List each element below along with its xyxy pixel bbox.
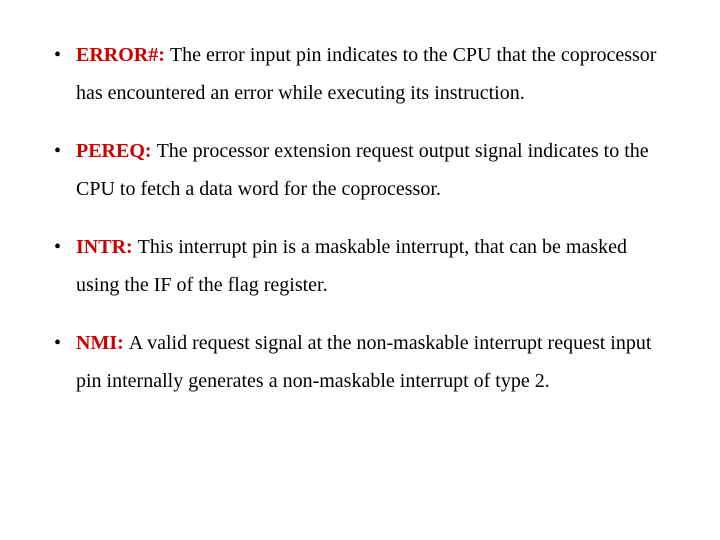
bullet-list: ERROR#: The error input pin indicates to… — [48, 36, 672, 400]
body-nmi: A valid request signal at the non-maskab… — [76, 332, 651, 392]
slide: ERROR#: The error input pin indicates to… — [0, 0, 720, 456]
term-error: ERROR#: — [76, 44, 170, 66]
term-pereq: PEREQ: — [76, 140, 157, 162]
body-pereq: The processor extension request output s… — [76, 140, 649, 200]
body-intr: This interrupt pin is a maskable interru… — [76, 236, 627, 296]
term-intr: INTR: — [76, 236, 138, 258]
bullet-item-intr: INTR: This interrupt pin is a maskable i… — [48, 228, 672, 304]
bullet-item-pereq: PEREQ: The processor extension request o… — [48, 132, 672, 208]
term-nmi: NMI: — [76, 332, 129, 354]
bullet-item-error: ERROR#: The error input pin indicates to… — [48, 36, 672, 112]
bullet-item-nmi: NMI: A valid request signal at the non-m… — [48, 324, 672, 400]
